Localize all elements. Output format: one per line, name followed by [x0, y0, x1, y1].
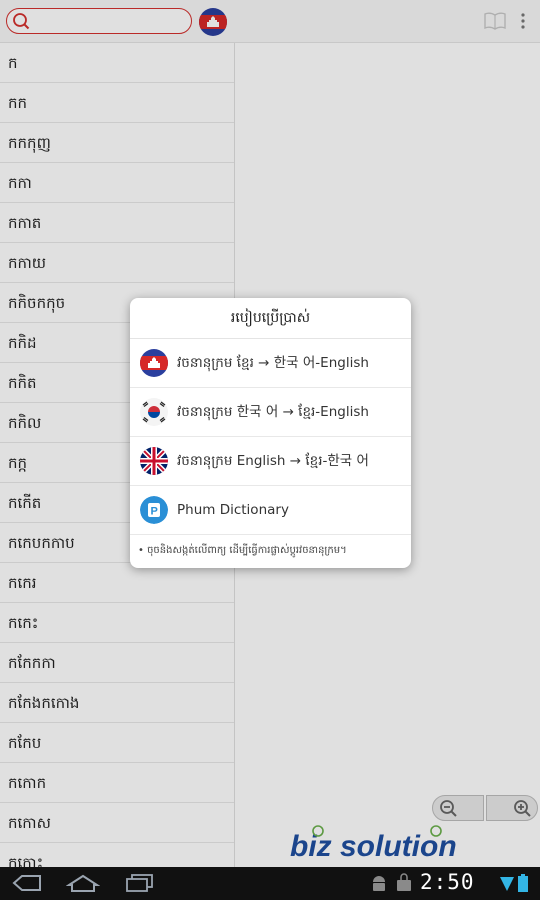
dictionary-select-dialog: របៀបប្រើប្រាស់ វចនានុក្រម ខ្មែរ → 한국 어-E… [130, 298, 411, 568]
svg-text:P: P [151, 506, 158, 518]
android-debug-icon [373, 876, 385, 891]
dialog-title: របៀបប្រើប្រាស់ [130, 298, 411, 339]
system-navigation-bar: 2:50 [0, 867, 540, 900]
option-label: វចនានុក្រម ខ្មែរ → 한국 어-English [177, 355, 369, 371]
option-korean-khmer-english[interactable]: វចនានុក្រម 한국 어 → ខ្មែរ-English [130, 388, 411, 437]
option-khmer-korean-english[interactable]: វចនានុក្រម ខ្មែរ → 한국 어-English [130, 339, 411, 388]
option-label: Phum Dictionary [177, 502, 289, 518]
option-english-khmer-korean[interactable]: វចនានុក្រម English → ខ្មែរ-한국 어 [130, 437, 411, 486]
uk-flag-icon [140, 447, 168, 475]
wifi-icon [500, 877, 514, 891]
korea-flag-icon [140, 398, 168, 426]
option-label: វចនានុក្រម 한국 어 → ខ្មែរ-English [177, 404, 369, 420]
clock: 2:50 [420, 870, 475, 894]
phum-dictionary-icon: P [140, 496, 168, 524]
option-label: វចនានុក្រម English → ខ្មែរ-한국 어 [177, 453, 369, 469]
recent-apps-icon[interactable] [124, 873, 156, 893]
back-icon[interactable] [10, 873, 44, 893]
cambodia-flag-icon [140, 349, 168, 377]
option-phum-dictionary[interactable]: P Phum Dictionary [130, 486, 411, 535]
shop-bag-icon [397, 873, 411, 891]
home-icon[interactable] [66, 873, 100, 893]
dialog-note: • ចុចនិងសង្កត់លើពាក្យ ដើម្បីធ្វើការផ្លាស… [138, 545, 347, 556]
battery-icon [518, 874, 528, 892]
